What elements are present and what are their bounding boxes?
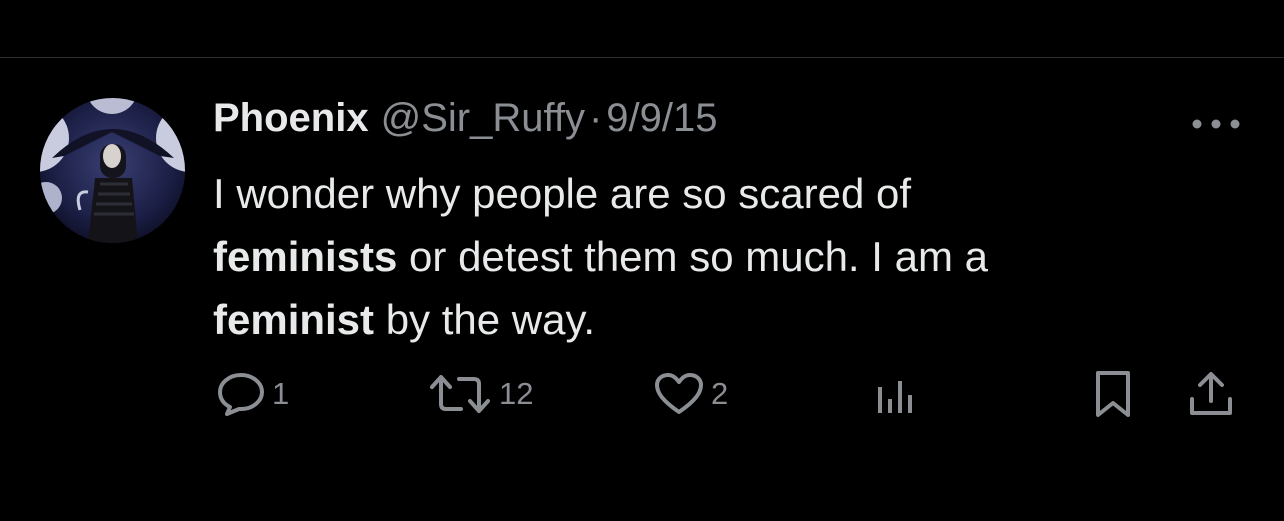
tweet-date[interactable]: 9/9/15 [606, 96, 717, 141]
bookmark-button[interactable] [1090, 364, 1136, 424]
display-name[interactable]: Phoenix [213, 96, 369, 141]
retweet-count: 12 [499, 376, 534, 411]
tweet-text-line1: I wonder why people are so scared of [213, 170, 912, 217]
tweet-text-bold-feminist: feminist [213, 296, 375, 343]
more-horizontal-icon[interactable] [1190, 116, 1242, 132]
heart-icon [653, 371, 705, 417]
tweet-header: Phoenix @Sir_Ruffy · 9/9/15 [213, 96, 718, 146]
avatar[interactable] [40, 98, 185, 243]
tweet-text-line3: by the way. [374, 296, 596, 343]
tweet-text-line2: or detest them so much. I am a [397, 233, 988, 280]
tweet-text: I wonder why people are so scared of fem… [213, 162, 1173, 351]
views-button[interactable] [872, 364, 918, 424]
tweet-text-bold-feminists: feminists [213, 233, 398, 280]
share-button[interactable] [1186, 364, 1236, 424]
retweet-button[interactable]: 12 [427, 364, 533, 424]
tweet[interactable]: Phoenix @Sir_Ruffy · 9/9/15 I wonder why… [0, 58, 1284, 521]
retweet-icon [427, 371, 493, 417]
views-icon [872, 371, 918, 417]
reply-button[interactable]: 1 [216, 364, 289, 424]
reply-count: 1 [272, 376, 290, 411]
separator-dot: · [588, 96, 603, 140]
like-count: 2 [711, 376, 729, 411]
share-icon [1186, 369, 1236, 419]
reply-icon [216, 371, 266, 417]
bookmark-icon [1090, 369, 1136, 419]
like-button[interactable]: 2 [653, 364, 728, 424]
action-bar: 1 12 2 [0, 364, 1284, 424]
user-handle[interactable]: @Sir_Ruffy [381, 96, 585, 141]
